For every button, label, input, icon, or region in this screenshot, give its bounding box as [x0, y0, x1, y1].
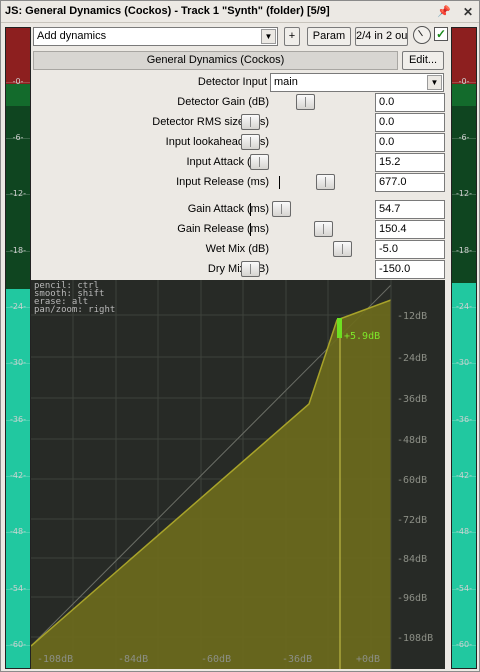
- transfer-curve-graph[interactable]: -12dB -24dB -36dB -48dB -60dB -72dB -84dB -96dB…: [31, 280, 445, 669]
- param-slider-gain-attack[interactable]: [241, 200, 373, 219]
- gain-reduction-indicator: [337, 318, 342, 338]
- slider-marker-gain-attack: [250, 203, 251, 216]
- param-value-detector-gain[interactable]: 0.0: [375, 93, 445, 112]
- y-tick-label: -24dB: [397, 353, 427, 364]
- detector-input-select[interactable]: main ▼: [270, 73, 444, 92]
- param-row-dry-mix: Dry Mix (dB) -150.0: [33, 260, 445, 279]
- slider-thumb-gain-attack[interactable]: [272, 201, 291, 217]
- param-slider-input-attack[interactable]: [241, 153, 373, 172]
- x-tick-label: -108dB: [37, 654, 73, 665]
- meter-tick-label: -1.3: [6, 27, 30, 28]
- param-value-input-lookahead[interactable]: 0.0: [375, 133, 445, 152]
- slider-thumb-dry-mix[interactable]: [241, 261, 260, 277]
- slider-thumb-detector-gain[interactable]: [296, 94, 315, 110]
- bypass-checkbox[interactable]: ✓: [434, 27, 448, 41]
- meter-tick-label: -0.8: [452, 27, 476, 28]
- plugin-window: JS: General Dynamics (Cockos) - Track 1 …: [0, 0, 480, 672]
- param-slider-detector-gain[interactable]: [241, 93, 373, 112]
- right-output-meter: -0.8-0--6--12--18--24--30--36--42--48--5…: [451, 27, 477, 669]
- x-tick-label: -36dB: [282, 654, 312, 665]
- param-button[interactable]: Param: [307, 27, 351, 46]
- chevron-down-icon[interactable]: ▼: [261, 29, 276, 44]
- param-value-detector-rms-size[interactable]: 0.0: [375, 113, 445, 132]
- param-row-input-attack: Input Attack (ms) 15.2: [33, 153, 445, 172]
- title-bar[interactable]: JS: General Dynamics (Cockos) - Track 1 …: [1, 1, 479, 23]
- window-title: JS: General Dynamics (Cockos) - Track 1 …: [5, 5, 330, 17]
- param-row-input-lookahead: Input lookahead (ms) 0.0: [33, 133, 445, 152]
- add-button[interactable]: +: [284, 27, 300, 46]
- close-icon[interactable]: ✕: [461, 5, 475, 19]
- param-slider-input-lookahead[interactable]: [241, 133, 373, 152]
- param-value-input-release[interactable]: 677.0: [375, 173, 445, 192]
- io-button[interactable]: 2/4 in 2 ou: [355, 27, 408, 46]
- pin-icon[interactable]: 📌: [437, 5, 451, 19]
- slider-thumb-wet-mix[interactable]: [333, 241, 352, 257]
- param-row-input-release: Input Release (ms) 677.0: [33, 173, 445, 192]
- slider-thumb-detector-rms-size[interactable]: [241, 114, 260, 130]
- left-input-meter: -1.3-0--6--12--18--24--30--36--42--48--5…: [5, 27, 31, 669]
- y-tick-label: -96dB: [397, 593, 427, 604]
- y-tick-label: -12dB: [397, 311, 427, 322]
- fx-add-dropdown-value: Add dynamics: [37, 30, 107, 42]
- y-tick-label: -84dB: [397, 554, 427, 565]
- param-row-wet-mix: Wet Mix (dB) -5.0: [33, 240, 445, 259]
- param-label-detector-input: Detector Input: [197, 76, 267, 88]
- param-slider-wet-mix[interactable]: [241, 240, 373, 259]
- y-tick-label: -60dB: [397, 475, 427, 486]
- y-tick-label: -48dB: [397, 435, 427, 446]
- transfer-curve-fill: [31, 300, 391, 669]
- slider-thumb-input-lookahead[interactable]: [241, 134, 260, 150]
- detector-input-value: main: [274, 76, 298, 88]
- graph-help-text: pencil: ctrl smooth: shift erase: alt pa…: [34, 281, 116, 315]
- y-tick-label: -108dB: [397, 633, 433, 644]
- plugin-name-bar: General Dynamics (Cockos): [33, 51, 398, 70]
- param-value-dry-mix[interactable]: -150.0: [375, 260, 445, 279]
- param-row-gain-attack: Gain Attack (ms) 54.7: [33, 200, 445, 219]
- edit-button[interactable]: Edit...: [402, 51, 444, 70]
- chevron-down-icon[interactable]: ▼: [427, 75, 442, 90]
- param-slider-input-release[interactable]: [241, 173, 373, 192]
- param-value-wet-mix[interactable]: -5.0: [375, 240, 445, 259]
- param-slider-dry-mix[interactable]: [241, 260, 373, 279]
- y-tick-label: -36dB: [397, 394, 427, 405]
- fx-add-dropdown[interactable]: Add dynamics ▼: [33, 27, 278, 46]
- param-row-detector-rms-size: Detector RMS size (ms) 0.0: [33, 113, 445, 132]
- param-slider-gain-release[interactable]: [241, 220, 373, 239]
- x-tick-label: +0dB: [356, 654, 380, 665]
- param-value-gain-release[interactable]: 150.4: [375, 220, 445, 239]
- param-row-detector-input: Detector Input main ▼: [33, 73, 445, 92]
- slider-thumb-gain-release[interactable]: [314, 221, 333, 237]
- param-slider-detector-rms-size[interactable]: [241, 113, 373, 132]
- param-value-input-attack[interactable]: 15.2: [375, 153, 445, 172]
- slider-thumb-input-attack[interactable]: [250, 154, 269, 170]
- wet-knob-icon[interactable]: [413, 26, 431, 44]
- x-tick-label: -84dB: [118, 654, 148, 665]
- transfer-curve-svg[interactable]: -12dB -24dB -36dB -48dB -60dB -72dB -84dB -96dB…: [31, 280, 445, 669]
- y-tick-label: -72dB: [397, 515, 427, 526]
- slider-marker-input-release: [279, 176, 280, 189]
- param-row-detector-gain: Detector Gain (dB) 0.0: [33, 93, 445, 112]
- slider-thumb-input-release[interactable]: [316, 174, 335, 190]
- gain-readout: +5.9dB: [344, 331, 380, 342]
- param-value-gain-attack[interactable]: 54.7: [375, 200, 445, 219]
- x-tick-label: -60dB: [201, 654, 231, 665]
- param-row-gain-release: Gain Release (ms) 150.4: [33, 220, 445, 239]
- slider-marker-gain-release: [250, 223, 251, 236]
